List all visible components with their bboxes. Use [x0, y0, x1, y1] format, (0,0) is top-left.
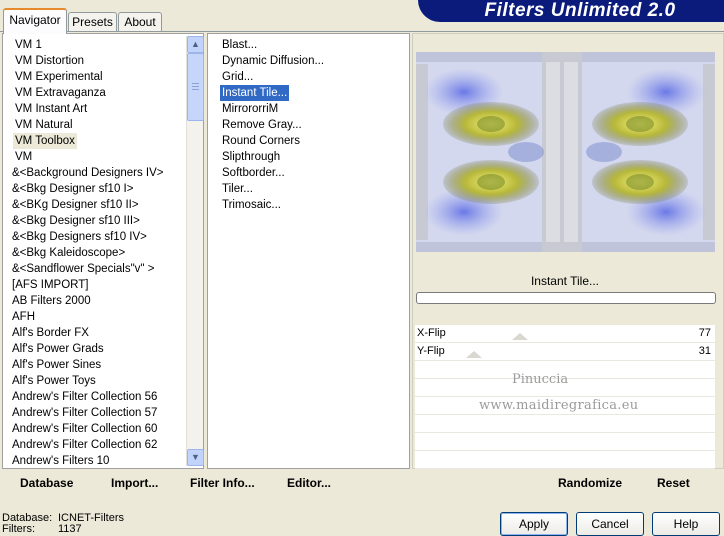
progress-bar — [416, 292, 716, 304]
reset-button[interactable]: Reset — [657, 476, 690, 490]
category-item[interactable]: Andrew's Filter Collection 57 — [12, 405, 157, 421]
preview-artwork — [416, 52, 715, 252]
category-item[interactable]: VM Toolbox — [13, 133, 77, 149]
filter-item[interactable]: Softborder... — [220, 165, 287, 181]
category-item[interactable]: &<BKg Designer sf10 II> — [12, 197, 139, 213]
cancel-button[interactable]: Cancel — [576, 512, 644, 536]
selected-filter-name: Instant Tile... — [530, 274, 600, 288]
slider-thumb[interactable] — [466, 351, 483, 358]
param-row-empty — [415, 451, 715, 469]
category-item[interactable]: &<Bkg Designer sf10 III> — [12, 213, 140, 229]
preview-image — [416, 52, 715, 252]
param-slider-x-flip[interactable]: X-Flip 77 — [415, 325, 715, 343]
param-slider-y-flip[interactable]: Y-Flip 31 — [415, 343, 715, 361]
category-item[interactable]: VM Extravaganza — [15, 85, 106, 101]
param-label: X-Flip — [417, 327, 446, 339]
import-button[interactable]: Import... — [111, 476, 158, 490]
filter-info-button[interactable]: Filter Info... — [190, 476, 255, 490]
filter-item[interactable]: Grid... — [220, 69, 255, 85]
editor-button[interactable]: Editor... — [287, 476, 331, 490]
randomize-button[interactable]: Randomize — [558, 476, 622, 490]
tab-navigator[interactable]: Navigator — [3, 8, 67, 34]
scroll-thumb[interactable] — [187, 53, 204, 121]
param-row-empty — [415, 433, 715, 451]
app-title: Filters Unlimited 2.0 — [484, 0, 676, 21]
watermark-url: www.maidiregrafica.eu — [479, 398, 639, 413]
category-item[interactable]: AB Filters 2000 — [12, 293, 91, 309]
category-item[interactable]: VM — [15, 149, 32, 165]
category-item[interactable]: AFH — [12, 309, 35, 325]
category-item[interactable]: &<Bkg Designers sf10 IV> — [12, 229, 147, 245]
filter-item[interactable]: Instant Tile... — [220, 85, 290, 101]
category-item[interactable]: Andrew's Filter Collection 60 — [12, 421, 157, 437]
help-button[interactable]: Help — [652, 512, 720, 536]
category-item[interactable]: Andrew's Filter Collection 62 — [12, 437, 157, 453]
category-item[interactable]: &<Sandflower Specials"v" > — [12, 261, 154, 277]
category-scrollbar[interactable]: ▲ ▼ — [186, 36, 204, 466]
status-filters-label: Filters: — [2, 523, 35, 535]
tab-divider — [0, 31, 724, 32]
category-item[interactable]: &<Bkg Kaleidoscope> — [12, 245, 125, 261]
filter-item[interactable]: MirrororriM — [220, 101, 280, 117]
tab-about[interactable]: About — [118, 12, 162, 31]
filter-item[interactable]: Dynamic Diffusion... — [220, 53, 326, 69]
category-item[interactable]: Alf's Border FX — [12, 325, 89, 341]
category-item[interactable]: Alf's Power Toys — [12, 373, 96, 389]
status-filters-value: 1137 — [58, 523, 82, 535]
database-button[interactable]: Database — [20, 476, 73, 490]
category-item[interactable]: Andrew's Filter Collection 56 — [12, 389, 157, 405]
category-item[interactable]: [AFS IMPORT] — [12, 277, 88, 293]
filter-item[interactable]: Trimosaic... — [220, 197, 283, 213]
filter-item[interactable]: Tiler... — [220, 181, 255, 197]
filter-list[interactable]: Blast... Dynamic Diffusion... Grid... Insta… — [207, 33, 410, 469]
param-label: Y-Flip — [417, 345, 445, 357]
param-value: 77 — [698, 327, 711, 339]
category-list[interactable]: VM 1 VM Distortion VM Experimental VM Extra… — [2, 33, 204, 469]
category-item[interactable]: Andrew's Filters 10 — [12, 453, 109, 468]
watermark-name: Pinuccia — [512, 372, 569, 387]
scroll-up-button[interactable]: ▲ — [187, 36, 204, 53]
scroll-down-button[interactable]: ▼ — [187, 449, 204, 466]
category-item[interactable]: Alf's Power Grads — [12, 341, 104, 357]
status-filters: Filters: 1137 — [2, 523, 82, 535]
category-item[interactable]: &<Bkg Designer sf10 I> — [12, 181, 133, 197]
param-row-empty — [415, 415, 715, 433]
category-item[interactable]: VM Instant Art — [15, 101, 87, 117]
category-item[interactable]: VM 1 — [15, 37, 42, 53]
filter-item[interactable]: Remove Gray... — [220, 117, 304, 133]
tab-presets[interactable]: Presets — [68, 12, 117, 31]
category-item[interactable]: Alf's Power Sines — [12, 357, 101, 373]
filter-item[interactable]: Blast... — [220, 37, 259, 53]
category-item[interactable]: &<Background Designers IV> — [12, 165, 164, 181]
apply-button[interactable]: Apply — [500, 512, 568, 536]
param-value: 31 — [698, 345, 711, 357]
category-item[interactable]: VM Distortion — [15, 53, 84, 69]
filter-item[interactable]: Round Corners — [220, 133, 302, 149]
category-item[interactable]: VM Natural — [15, 117, 73, 133]
category-item[interactable]: VM Experimental — [15, 69, 103, 85]
slider-thumb[interactable] — [512, 333, 528, 340]
filter-item[interactable]: Slipthrough — [220, 149, 282, 165]
